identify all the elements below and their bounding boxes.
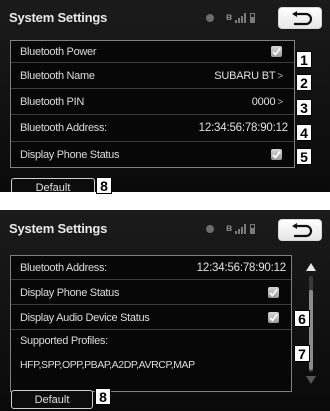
row-label: Display Phone Status [20,287,120,299]
settings-list: Bluetooth Address: 12:34:56:78:90:12 Dis… [10,255,292,392]
row-label: Display Audio Device Status [20,312,150,324]
top-bar: System Settings ʙ [0,210,330,244]
bluetooth-icon: ʙ [226,223,233,234]
row-value: 0000 > [251,96,284,108]
row-bluetooth-address: Bluetooth Address: 12:34:56:78:90:12 [11,256,291,280]
default-label: Default [35,182,71,192]
chevron-right-icon: > [277,97,283,108]
callout-1: 1 [296,51,312,68]
callout-8: 8 [96,177,112,194]
bluetooth-power-checkbox[interactable] [271,46,282,57]
page-title: System Settings [9,10,108,25]
settings-list: Bluetooth Power Bluetooth Name SUBARU BT… [10,40,295,168]
back-arrow-icon [292,11,313,26]
callout-4: 4 [296,124,312,141]
row-bluetooth-power[interactable]: Bluetooth Power [11,41,294,63]
default-button[interactable]: Default [11,390,93,409]
chevron-right-icon: > [277,71,283,82]
row-label: Display Phone Status [20,149,120,161]
scroll-down-icon[interactable] [306,376,316,384]
back-button[interactable] [278,7,322,29]
callout-5: 5 [296,148,312,165]
row-value: 12:34:56:78:90:12 [196,262,287,274]
row-value: 12:34:56:78:90:12 [198,122,289,134]
signal-icon [235,224,247,234]
bluetooth-icon: ʙ [226,12,233,23]
settings-screen-1: System Settings ʙ Bluetooth Power Blueto… [0,0,330,192]
default-button[interactable]: Default [11,178,95,192]
checkmark-icon [269,289,278,297]
row-bluetooth-pin[interactable]: Bluetooth PIN 0000 > [11,89,294,115]
row-label: Bluetooth Address: [20,262,107,274]
back-button[interactable] [278,219,322,241]
settings-screen-2: System Settings ʙ Bluetooth Address: 12:… [0,210,330,411]
row-display-audio-device-status[interactable]: Display Audio Device Status [11,305,291,330]
row-display-phone-status[interactable]: Display Phone Status [11,142,294,168]
checkmark-icon [269,314,278,322]
top-bar: System Settings ʙ [0,0,330,34]
checkmark-icon [272,48,281,56]
profiles-value: HFP,SPP,OPP,PBAP,A2DP,AVRCP,MAP [20,359,195,371]
callout-3: 3 [296,99,312,116]
row-display-phone-status[interactable]: Display Phone Status [11,280,291,305]
row-label: Supported Profiles: [20,335,108,347]
row-supported-profiles: Supported Profiles: HFP,SPP,OPP,PBAP,A2D… [11,330,291,392]
signal-icon [235,13,247,23]
page-title: System Settings [9,221,108,236]
display-phone-status-checkbox[interactable] [268,287,279,298]
callout-7: 7 [294,345,310,362]
callout-8: 8 [95,388,111,405]
battery-icon [250,13,255,23]
row-label: Bluetooth Power [20,46,97,58]
status-dot-icon [206,225,214,233]
scroll-up-icon[interactable] [306,263,316,271]
status-dot-icon [206,14,214,22]
display-phone-status-checkbox[interactable] [271,149,282,160]
row-label: Bluetooth Address: [20,122,107,134]
checkmark-icon [272,151,281,159]
display-audio-device-status-checkbox[interactable] [268,312,279,323]
row-bluetooth-name[interactable]: Bluetooth Name SUBARU BT > [11,63,294,89]
row-label: Bluetooth PIN [20,96,84,108]
default-label: Default [34,394,70,406]
battery-icon [250,224,255,234]
row-value: SUBARU BT > [214,70,283,82]
row-bluetooth-address: Bluetooth Address: 12:34:56:78:90:12 [11,115,294,142]
callout-6: 6 [294,310,310,327]
row-label: Bluetooth Name [20,70,95,82]
callout-2: 2 [296,74,312,91]
back-arrow-icon [292,223,313,238]
